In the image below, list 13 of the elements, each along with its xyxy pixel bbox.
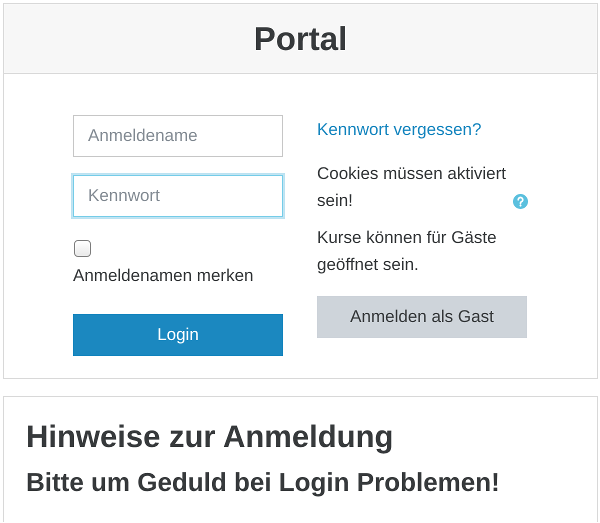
checkbox-label: Anmeldenamen merken xyxy=(73,265,254,287)
guest-login-button[interactable]: Anmelden als Gast xyxy=(317,296,527,338)
login-button[interactable]: Login xyxy=(73,314,283,356)
checkbox[interactable] xyxy=(74,240,91,257)
input-field[interactable]: Kennwort xyxy=(73,175,283,217)
section-heading: Hinweise zur Anmeldung xyxy=(26,419,394,455)
help-icon[interactable] xyxy=(513,194,528,209)
cookies-note: Cookies müssen aktiviert sein! xyxy=(317,163,507,212)
input-field[interactable]: Anmeldename xyxy=(73,115,283,157)
card-title: Portal xyxy=(254,20,348,58)
guest-note: Kurse können für Gäste geöffnet sein. xyxy=(317,227,498,276)
section-subheading: Bitte um Geduld bei Login Problemen! xyxy=(26,467,501,498)
forgot-password-link[interactable]: Kennwort vergessen? xyxy=(317,116,532,143)
